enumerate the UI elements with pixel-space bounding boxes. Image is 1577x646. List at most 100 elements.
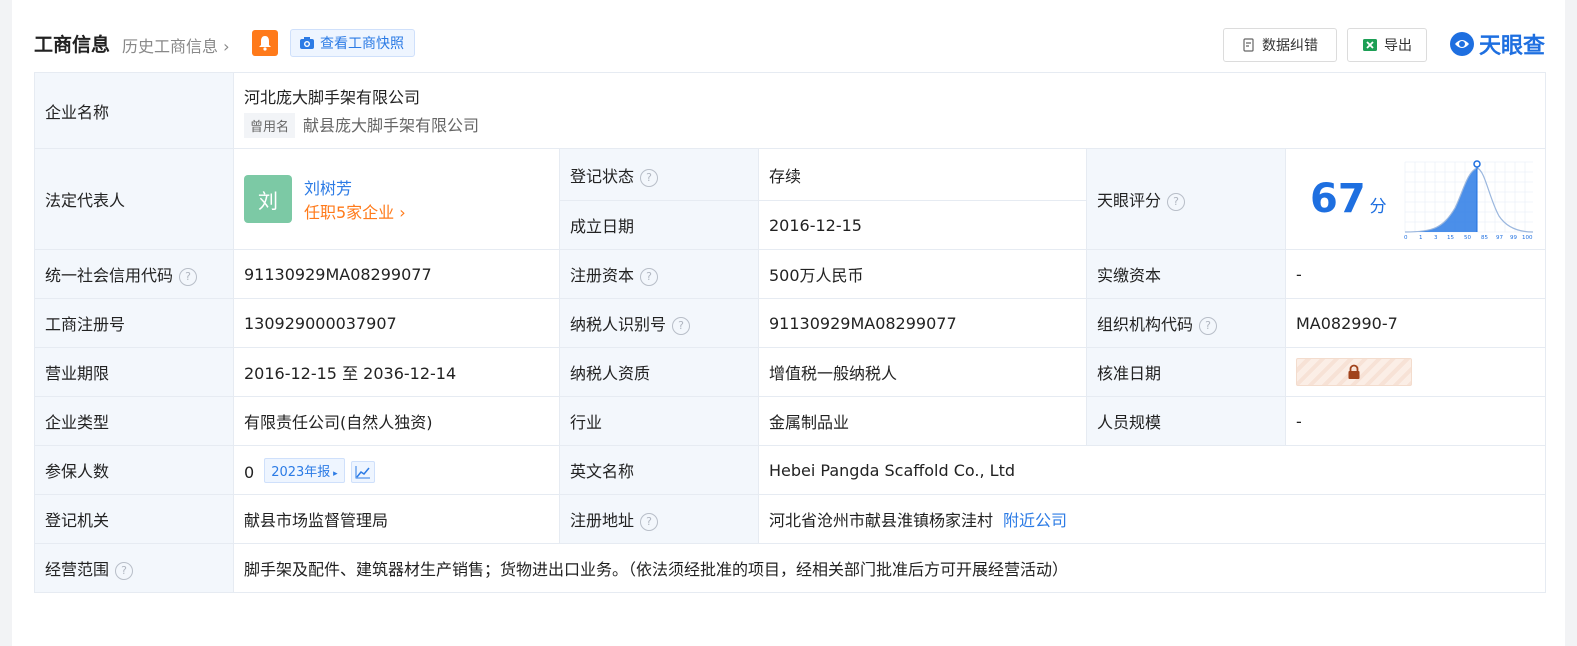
scope-label-cell: 经营范围?	[34, 543, 234, 593]
monitor-bell-button[interactable]	[252, 30, 278, 56]
scope-label: 经营范围	[45, 560, 110, 579]
chart-tick: 100	[1522, 235, 1533, 240]
business-info-card: 工商信息 历史工商信息 › 查看工商快照 数据纠错 导出 天眼查 企业名称 河北…	[12, 0, 1565, 646]
reg-number-label: 工商注册号	[34, 298, 234, 348]
score-value: 67	[1310, 176, 1366, 222]
score-label-cell: 天眼评分?	[1086, 148, 1286, 250]
company-type-label: 企业类型	[34, 396, 234, 446]
reg-capital-label-cell: 注册资本?	[559, 249, 759, 299]
document-edit-icon	[1243, 38, 1254, 52]
help-icon[interactable]: ?	[1199, 317, 1218, 335]
annual-report-button[interactable]: 2023年报 ▸	[264, 457, 345, 483]
status-value: 存续	[758, 148, 1087, 201]
excel-icon	[1363, 39, 1377, 51]
chart-tick: 85	[1481, 235, 1488, 240]
help-icon[interactable]: ?	[640, 168, 659, 187]
table-row: 工商注册号 130929000037907 纳税人识别号? 91130929MA…	[34, 298, 1547, 348]
taxpayer-qual-label: 纳税人资质	[559, 347, 759, 397]
authority-label: 登记机关	[34, 494, 234, 544]
help-icon[interactable]: ?	[640, 268, 659, 286]
term-value: 2016-12-15 至 2036-12-14	[233, 347, 560, 397]
help-icon[interactable]: ?	[115, 562, 134, 580]
snapshot-button[interactable]: 查看工商快照	[290, 29, 415, 57]
export-label: 导出	[1384, 38, 1412, 54]
bell-icon	[259, 36, 271, 51]
nearby-companies-link[interactable]: 附近公司	[1003, 511, 1067, 530]
scope-value: 脚手架及配件、建筑器材生产销售；货物进出口业务。（依法须经批准的项目，经相关部门…	[232, 543, 1547, 593]
export-button[interactable]: 导出	[1347, 28, 1427, 62]
reg-capital-value: 500万人民币	[758, 249, 1087, 299]
table-row: 企业名称 河北庞大脚手架有限公司 曾用名 献县庞大脚手架有限公司	[34, 72, 1547, 149]
reg-number-value: 130929000037907	[233, 298, 560, 348]
address-label-cell: 注册地址?	[559, 494, 759, 544]
address-value: 河北省沧州市献县淮镇杨家洼村	[769, 511, 994, 530]
positions-link[interactable]: 任职5家企业 ›	[304, 199, 406, 223]
chart-tick: 15	[1447, 235, 1454, 240]
company-name-label: 企业名称	[34, 72, 234, 149]
help-icon[interactable]: ?	[672, 317, 691, 335]
org-code-label-cell: 组织机构代码?	[1086, 298, 1286, 348]
caret-right-icon: ▸	[330, 468, 338, 479]
approval-date-cell	[1284, 347, 1547, 397]
score-curve-filled	[1405, 168, 1478, 232]
insured-value: 0	[244, 462, 255, 482]
trend-chart-button[interactable]	[350, 460, 375, 483]
reg-capital-label: 注册资本	[570, 266, 635, 285]
org-code-label: 组织机构代码	[1097, 315, 1194, 334]
chart-tick: 1	[1419, 235, 1423, 240]
chevron-right-icon: ›	[218, 37, 230, 56]
chart-tick: 3	[1434, 235, 1438, 240]
table-row: 营业期限 2016-12-15 至 2036-12-14 纳税人资质 增值税一般…	[34, 347, 1547, 397]
authority-value: 献县市场监督管理局	[233, 494, 560, 544]
address-cell: 河北省沧州市献县淮镇杨家洼村 附近公司	[757, 494, 1547, 544]
lock-icon	[1348, 364, 1360, 379]
taxpayer-id-value: 91130929MA08299077	[758, 298, 1087, 348]
correction-label: 数据纠错	[1262, 38, 1318, 54]
business-info-table: 企业名称 河北庞大脚手架有限公司 曾用名 献县庞大脚手架有限公司 法定代表人 刘 …	[34, 72, 1547, 593]
table-row: 企业类型 有限责任公司(自然人独资) 行业 金属制品业 人员规模 -	[34, 396, 1547, 446]
positions-label: 任职5家企业	[304, 203, 395, 222]
score-label: 天眼评分	[1097, 191, 1162, 210]
taxpayer-id-label-cell: 纳税人识别号?	[559, 298, 759, 348]
history-link-label: 历史工商信息	[122, 37, 219, 56]
score-marker	[1473, 160, 1481, 168]
locked-value-button[interactable]	[1296, 358, 1412, 386]
english-name-label: 英文名称	[559, 445, 759, 495]
founded-value: 2016-12-15	[758, 200, 1087, 250]
table-row: 登记机关 献县市场监督管理局 注册地址? 河北省沧州市献县淮镇杨家洼村 附近公司	[34, 494, 1547, 544]
address-label: 注册地址	[570, 511, 635, 530]
taxpayer-qual-value: 增值税一般纳税人	[758, 347, 1087, 397]
company-name-cell: 河北庞大脚手架有限公司 曾用名 献县庞大脚手架有限公司	[232, 72, 1547, 149]
table-row: 经营范围? 脚手架及配件、建筑器材生产销售；货物进出口业务。（依法须经批准的项目…	[34, 543, 1547, 593]
chart-tick: 99	[1510, 235, 1517, 240]
term-label: 营业期限	[34, 347, 234, 397]
staff-size-value: -	[1284, 396, 1547, 446]
help-icon[interactable]: ?	[1167, 193, 1186, 211]
history-info-link[interactable]: 历史工商信息 ›	[122, 33, 230, 57]
company-type-value: 有限责任公司(自然人独资)	[233, 396, 560, 446]
line-chart-icon	[355, 465, 370, 478]
former-name-tag: 曾用名	[244, 112, 296, 138]
tianyancha-logo: 天眼查	[1449, 28, 1545, 60]
score-unit: 分	[1369, 197, 1387, 217]
industry-label: 行业	[559, 396, 759, 446]
avatar: 刘	[244, 175, 292, 223]
paid-capital-label: 实缴资本	[1086, 249, 1286, 299]
logo-eye-icon	[1449, 32, 1474, 56]
staff-size-label: 人员规模	[1086, 396, 1286, 446]
logo-text: 天眼查	[1478, 34, 1545, 59]
help-icon[interactable]: ?	[179, 268, 198, 286]
status-label: 登记状态	[570, 166, 635, 186]
legal-rep-label: 法定代表人	[34, 148, 234, 250]
approval-date-label: 核准日期	[1086, 347, 1286, 397]
data-correction-button[interactable]: 数据纠错	[1223, 28, 1337, 62]
help-icon[interactable]: ?	[640, 513, 659, 531]
snapshot-label: 查看工商快照	[320, 36, 404, 52]
legal-rep-name-link[interactable]: 刘树芳	[304, 179, 352, 198]
score-distribution-chart[interactable]: 0 1 3 15 50 85 97 99 100	[1403, 158, 1535, 240]
table-row: 参保人数 0 2023年报 ▸ 英文名称 Hebei Pangda Scaffol…	[34, 445, 1547, 495]
insured-cell: 0 2023年报 ▸	[233, 445, 560, 495]
table-row: 法定代表人 刘 刘树芳 任职5家企业 › 登记状态? 存续 天眼评分? 67分	[34, 148, 1547, 250]
english-name-value: Hebei Pangda Scaffold Co., Ltd	[757, 445, 1547, 495]
insured-label: 参保人数	[34, 445, 234, 495]
